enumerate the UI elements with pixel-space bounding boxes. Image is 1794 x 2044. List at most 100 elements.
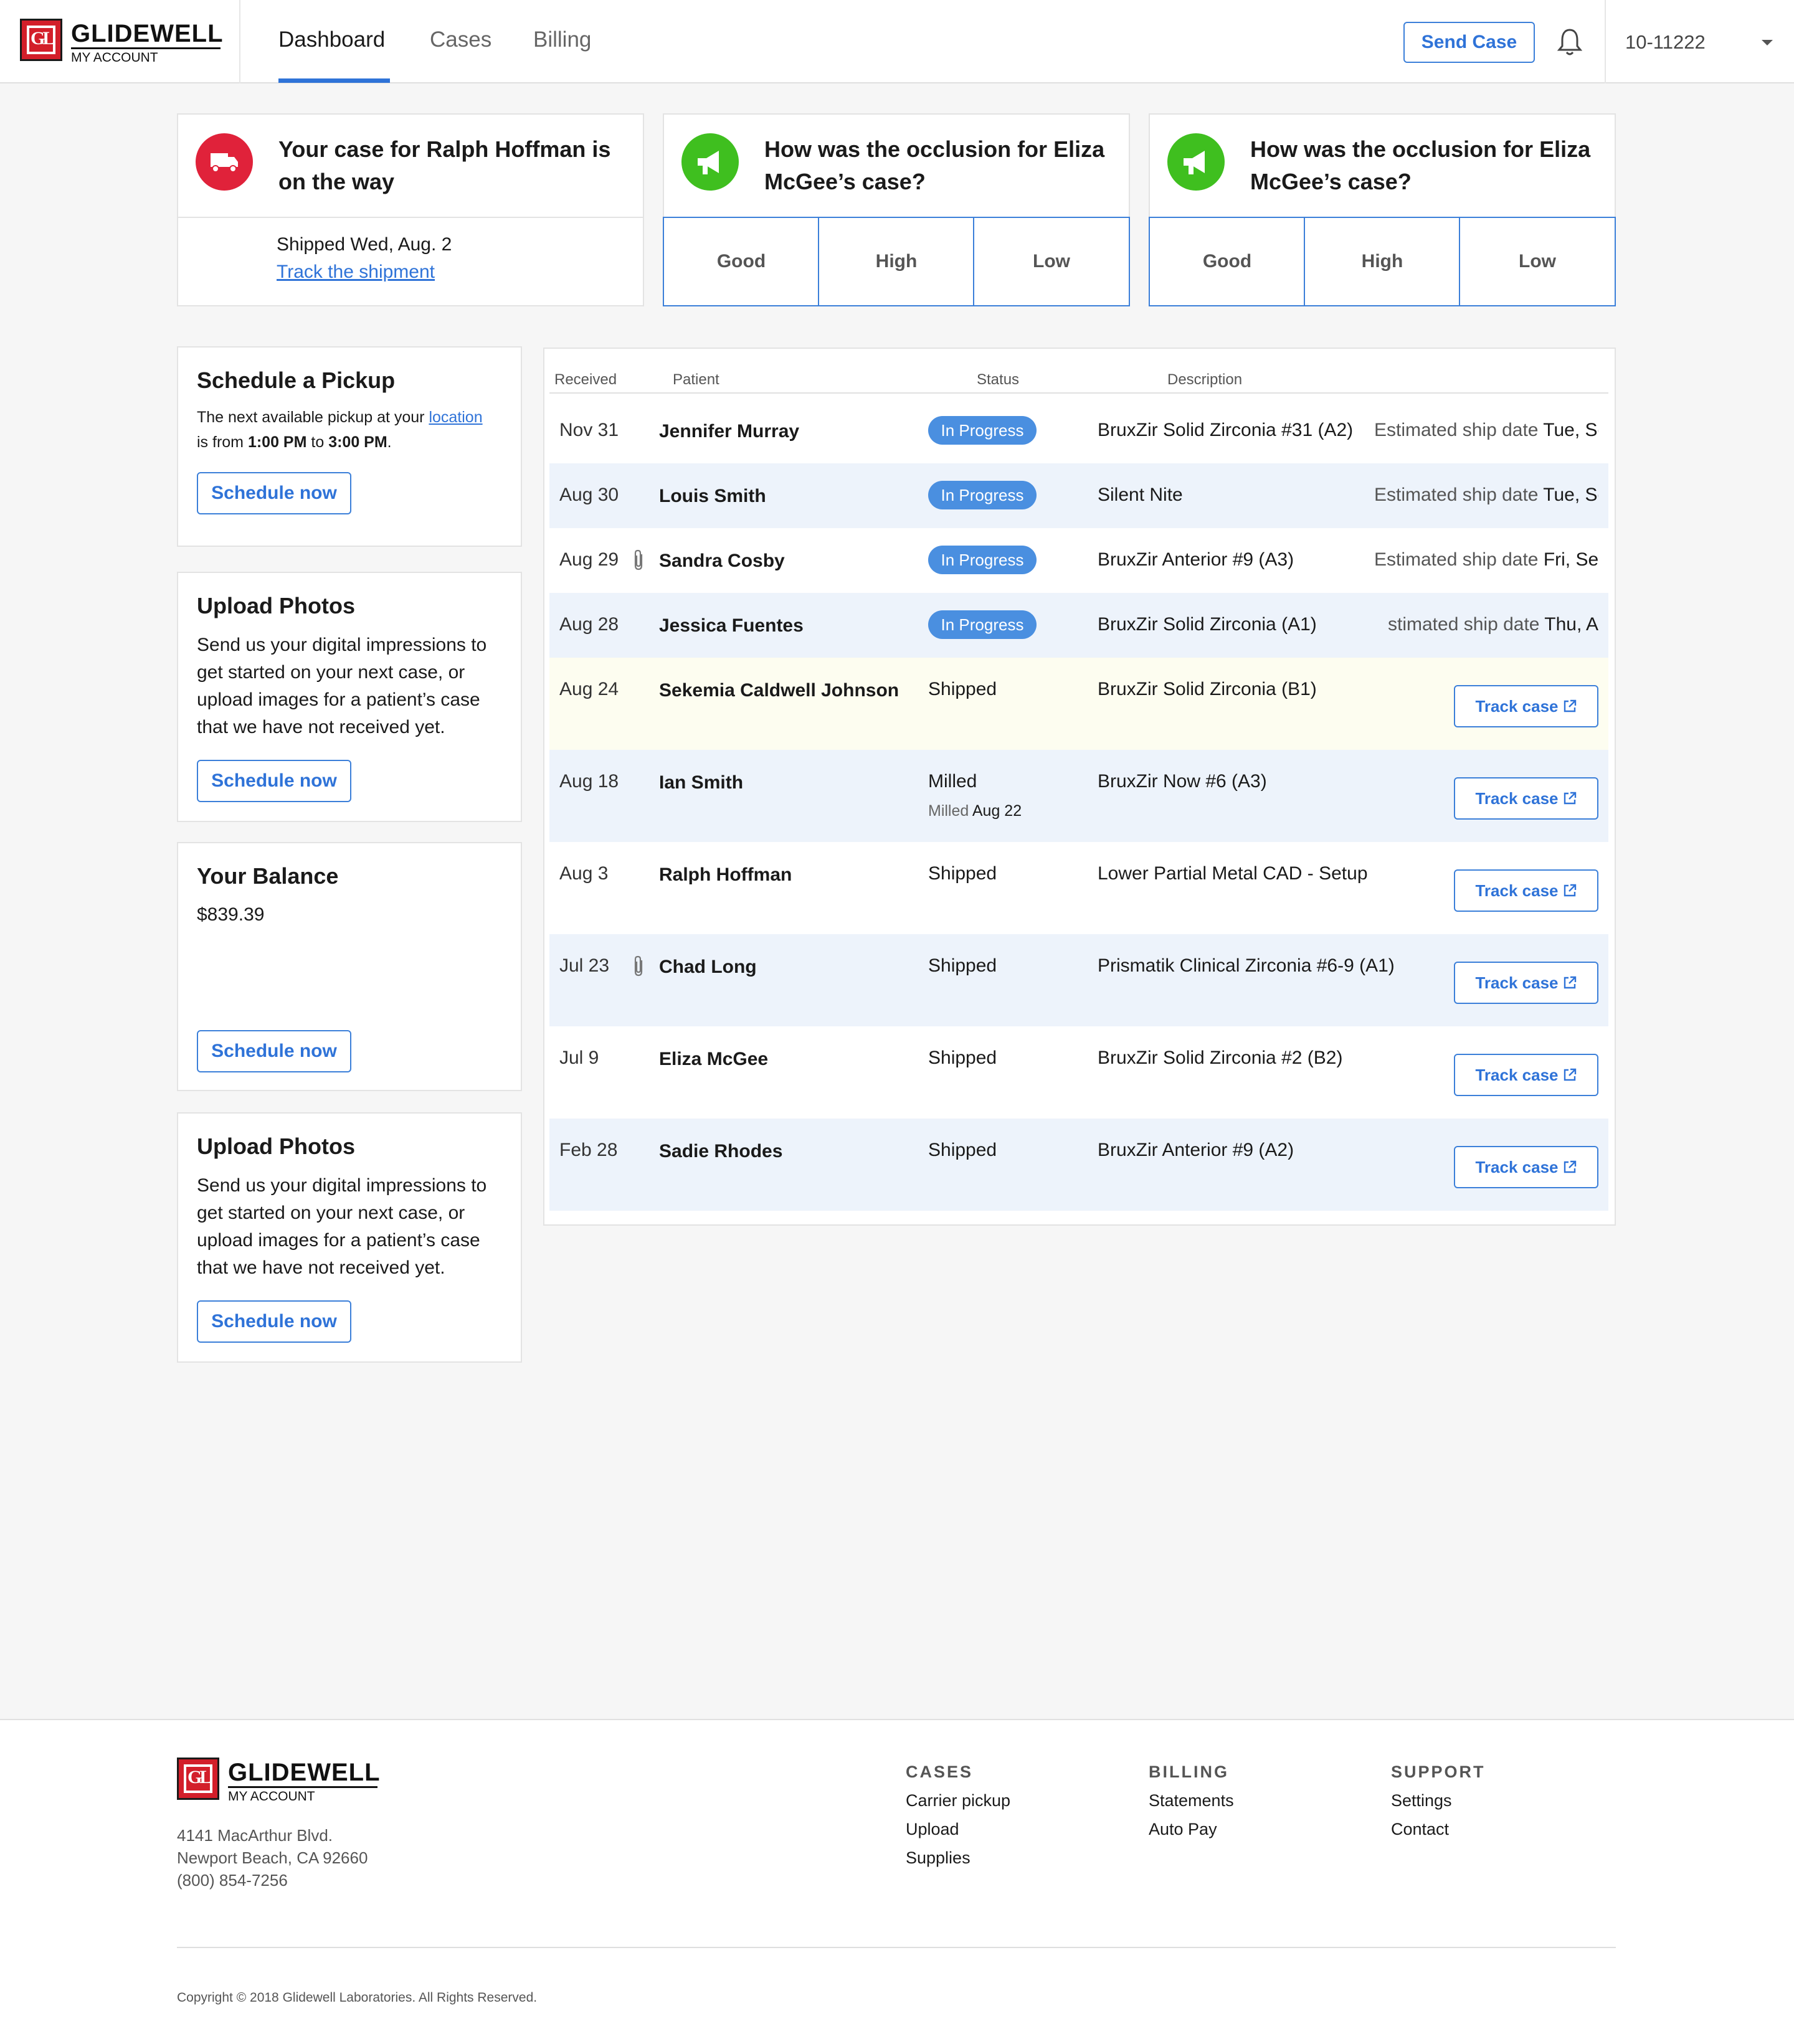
feedback-low-button[interactable]: Low (1459, 217, 1616, 306)
status-text: Shipped (928, 1048, 997, 1068)
case-description: BruxZir Solid Zirconia (A1) (1098, 614, 1317, 635)
schedule-now-button[interactable]: Schedule now (197, 760, 351, 802)
footer-divider (177, 1947, 1616, 1948)
case-description: BruxZir Now #6 (A3) (1098, 771, 1267, 792)
track-case-button[interactable]: Track case (1454, 869, 1598, 912)
brand-sub: MY ACCOUNT (71, 47, 221, 65)
footer-heading-support: SUPPORT (1391, 1762, 1486, 1781)
received-date: Aug 3 (559, 863, 609, 884)
footer-link-supplies[interactable]: Supplies (906, 1848, 971, 1868)
logo-mark: GL (177, 1758, 219, 1800)
table-row[interactable]: Aug 24 Sekemia Caldwell Johnson Shipped Bru… (549, 658, 1608, 750)
footer-heading-cases: CASES (906, 1762, 974, 1781)
location-link[interactable]: location (429, 409, 482, 426)
status-text: Shipped (928, 955, 997, 976)
footer-link-settings[interactable]: Settings (1391, 1791, 1452, 1810)
tab-cases[interactable]: Cases (430, 27, 491, 52)
case-description: BruxZir Solid Zirconia #2 (B2) (1098, 1048, 1343, 1068)
account-selector[interactable]: 10-11222 (1625, 31, 1706, 54)
brand-name: GLIDEWELL (71, 20, 224, 47)
feedback-good-button[interactable]: Good (1149, 217, 1306, 306)
feedback-good-button[interactable]: Good (663, 217, 820, 306)
received-date: Feb 28 (559, 1140, 618, 1160)
col-patient: Patient (673, 371, 719, 388)
status-text: Milled (928, 771, 977, 792)
track-case-button[interactable]: Track case (1454, 1146, 1598, 1188)
schedule-now-button[interactable]: Schedule now (197, 472, 351, 514)
col-description: Description (1167, 371, 1243, 388)
top-header: GL GLIDEWELL MY ACCOUNT Dashboard Cases … (0, 0, 1794, 83)
footer-link-upload[interactable]: Upload (906, 1820, 959, 1839)
case-description: BruxZir Anterior #9 (A3) (1098, 549, 1294, 570)
table-row[interactable]: Jul 23 Chad Long Shipped Prismatik Clinical… (549, 934, 1608, 1026)
patient-name[interactable]: Jennifer Murray (659, 421, 799, 442)
megaphone-icon (1167, 133, 1225, 191)
send-case-button[interactable]: Send Case (1403, 22, 1535, 63)
track-case-button[interactable]: Track case (1454, 685, 1598, 727)
header-divider-2 (1605, 0, 1606, 83)
footer-link-carrier-pickup[interactable]: Carrier pickup (906, 1791, 1010, 1810)
card-divider (177, 217, 644, 218)
table-row[interactable]: Aug 30 Louis Smith In Progress Silent Nite E… (549, 463, 1608, 528)
patient-name[interactable]: Louis Smith (659, 486, 766, 507)
table-row[interactable]: Aug 29 Sandra Cosby In Progress BruxZir Ant… (549, 528, 1608, 593)
tab-billing[interactable]: Billing (533, 27, 591, 52)
header-rule (549, 392, 1608, 394)
table-row[interactable]: Nov 31 Jennifer Murray In Progress BruxZir … (549, 399, 1608, 463)
feedback-high-button[interactable]: High (818, 217, 975, 306)
paperclip-icon[interactable] (632, 548, 645, 577)
patient-name[interactable]: Ralph Hoffman (659, 864, 792, 886)
external-link-icon (1559, 789, 1577, 808)
upload-title: Upload Photos (197, 1133, 355, 1159)
table-row[interactable]: Feb 28 Sadie Rhodes Shipped BruxZir Anterio… (549, 1119, 1608, 1211)
header-divider (239, 0, 240, 83)
received-date: Aug 30 (559, 485, 619, 505)
phone: (800) 854-7256 (177, 1871, 288, 1890)
upload-text: Send us your digital impressions to get … (197, 1175, 487, 1278)
megaphone-icon (681, 133, 739, 191)
feedback-high-button[interactable]: High (1304, 217, 1461, 306)
shipment-title: Your case for Ralph Hoffman is on the wa… (278, 136, 611, 194)
patient-name[interactable]: Jessica Fuentes (659, 615, 804, 636)
footer-link-contact[interactable]: Contact (1391, 1820, 1449, 1839)
brand-logo[interactable]: GL GLIDEWELL MY ACCOUNT (20, 19, 225, 65)
status-subtext: Milled Aug 22 (928, 802, 1022, 820)
paperclip-icon[interactable] (632, 954, 645, 983)
external-link-icon (1559, 881, 1577, 900)
brand-name: GLIDEWELL (228, 1759, 381, 1786)
received-date: Aug 24 (559, 679, 619, 699)
track-case-button[interactable]: Track case (1454, 1054, 1598, 1096)
balance-amount: $839.39 (197, 904, 265, 925)
table-row[interactable]: Aug 28 Jessica Fuentes In Progress BruxZir … (549, 593, 1608, 658)
feedback-low-button[interactable]: Low (973, 217, 1130, 306)
footer-link-statements[interactable]: Statements (1149, 1791, 1234, 1810)
table-row[interactable]: Jul 9 Eliza McGee Shipped BruxZir Solid Zir… (549, 1026, 1608, 1119)
patient-name[interactable]: Ian Smith (659, 772, 743, 793)
track-case-button[interactable]: Track case (1454, 777, 1598, 820)
schedule-now-button[interactable]: Schedule now (197, 1030, 351, 1072)
footer-link-auto-pay[interactable]: Auto Pay (1149, 1820, 1217, 1839)
bell-icon[interactable] (1557, 26, 1583, 57)
table-row[interactable]: Aug 18 Ian Smith Milled Milled Aug 22 BruxZi… (549, 750, 1608, 842)
track-shipment-link[interactable]: Track the shipment (277, 262, 435, 283)
patient-name[interactable]: Eliza McGee (659, 1049, 768, 1070)
patient-name[interactable]: Sandra Cosby (659, 551, 785, 572)
table-row[interactable]: Aug 3 Ralph Hoffman Shipped Lower Partial M… (549, 842, 1608, 934)
external-link-icon (1559, 973, 1577, 992)
case-description: Prismatik Clinical Zirconia #6-9 (A1) (1098, 955, 1395, 976)
schedule-now-button[interactable]: Schedule now (197, 1300, 351, 1343)
status-badge: In Progress (928, 416, 1037, 445)
feedback-title-1: How was the occlusion for Eliza McGee’s … (764, 136, 1105, 194)
patient-name[interactable]: Sadie Rhodes (659, 1141, 782, 1162)
status-badge: In Progress (928, 546, 1037, 574)
case-description: Silent Nite (1098, 485, 1183, 505)
caret-down-icon[interactable] (1762, 40, 1773, 45)
tab-dashboard[interactable]: Dashboard (278, 27, 385, 52)
estimated-ship-date: Estimated ship date Tue, Sep 5 (1374, 420, 1598, 440)
patient-name[interactable]: Chad Long (659, 957, 757, 978)
logo-mark: GL (20, 19, 62, 61)
estimated-ship-date: Estimated ship date Fri, Sep 1 (1374, 549, 1598, 570)
active-tab-indicator (278, 78, 390, 83)
track-case-button[interactable]: Track case (1454, 962, 1598, 1004)
patient-name[interactable]: Sekemia Caldwell Johnson (659, 680, 899, 701)
